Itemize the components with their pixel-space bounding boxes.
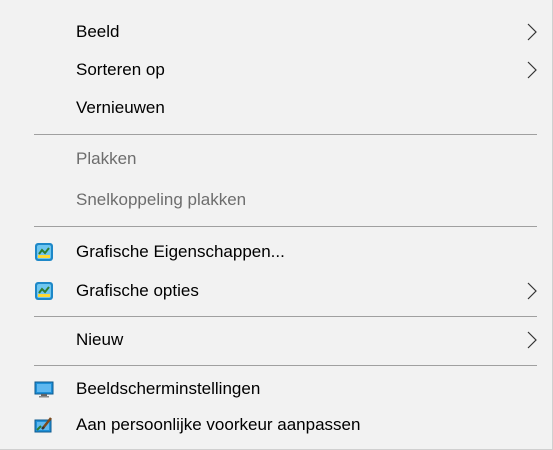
menu-item-personalize[interactable]: Aan persoonlijke voorkeur aanpassen <box>0 407 552 443</box>
menu-separator <box>34 134 537 135</box>
menu-item-sort-by[interactable]: Sorteren op <box>0 52 552 88</box>
chevron-right-icon <box>527 331 537 349</box>
menu-separator <box>34 226 537 227</box>
monitor-icon <box>34 381 54 398</box>
chevron-right-icon <box>527 61 537 79</box>
menu-item-sort-by-label: Sorteren op <box>76 60 165 79</box>
menu-item-paste-shortcut: Snelkoppeling plakken <box>0 182 552 218</box>
desktop-context-menu: Beeld Sorteren op Vernieuwen Plakken Sne… <box>0 0 553 450</box>
intel-graphics-icon <box>35 243 53 261</box>
chevron-right-icon <box>527 282 537 300</box>
menu-item-paste-shortcut-label: Snelkoppeling plakken <box>76 190 247 209</box>
menu-item-view-label: Beeld <box>76 22 120 41</box>
intel-graphics-icon <box>35 282 53 300</box>
menu-item-view[interactable]: Beeld <box>0 14 552 50</box>
menu-separator <box>34 316 537 317</box>
menu-item-graphics-properties-label: Grafische Eigenschappen... <box>76 242 285 261</box>
menu-item-graphics-options-label: Grafische opties <box>76 281 199 300</box>
menu-item-refresh[interactable]: Vernieuwen <box>0 90 552 126</box>
chevron-right-icon <box>527 23 537 41</box>
menu-item-new-label: Nieuw <box>76 330 124 349</box>
menu-item-new[interactable]: Nieuw <box>0 322 552 358</box>
menu-item-paste-label: Plakken <box>76 149 137 168</box>
menu-item-display-settings-label: Beeldscherminstellingen <box>76 379 261 398</box>
menu-item-graphics-properties[interactable]: Grafische Eigenschappen... <box>0 234 552 270</box>
menu-item-display-settings[interactable]: Beeldscherminstellingen <box>0 371 552 407</box>
menu-item-refresh-label: Vernieuwen <box>76 98 165 117</box>
menu-separator <box>34 365 537 366</box>
menu-item-graphics-options[interactable]: Grafische opties <box>0 273 552 309</box>
personalize-icon <box>34 417 52 433</box>
menu-item-personalize-label: Aan persoonlijke voorkeur aanpassen <box>76 415 361 434</box>
menu-item-paste: Plakken <box>0 141 552 177</box>
